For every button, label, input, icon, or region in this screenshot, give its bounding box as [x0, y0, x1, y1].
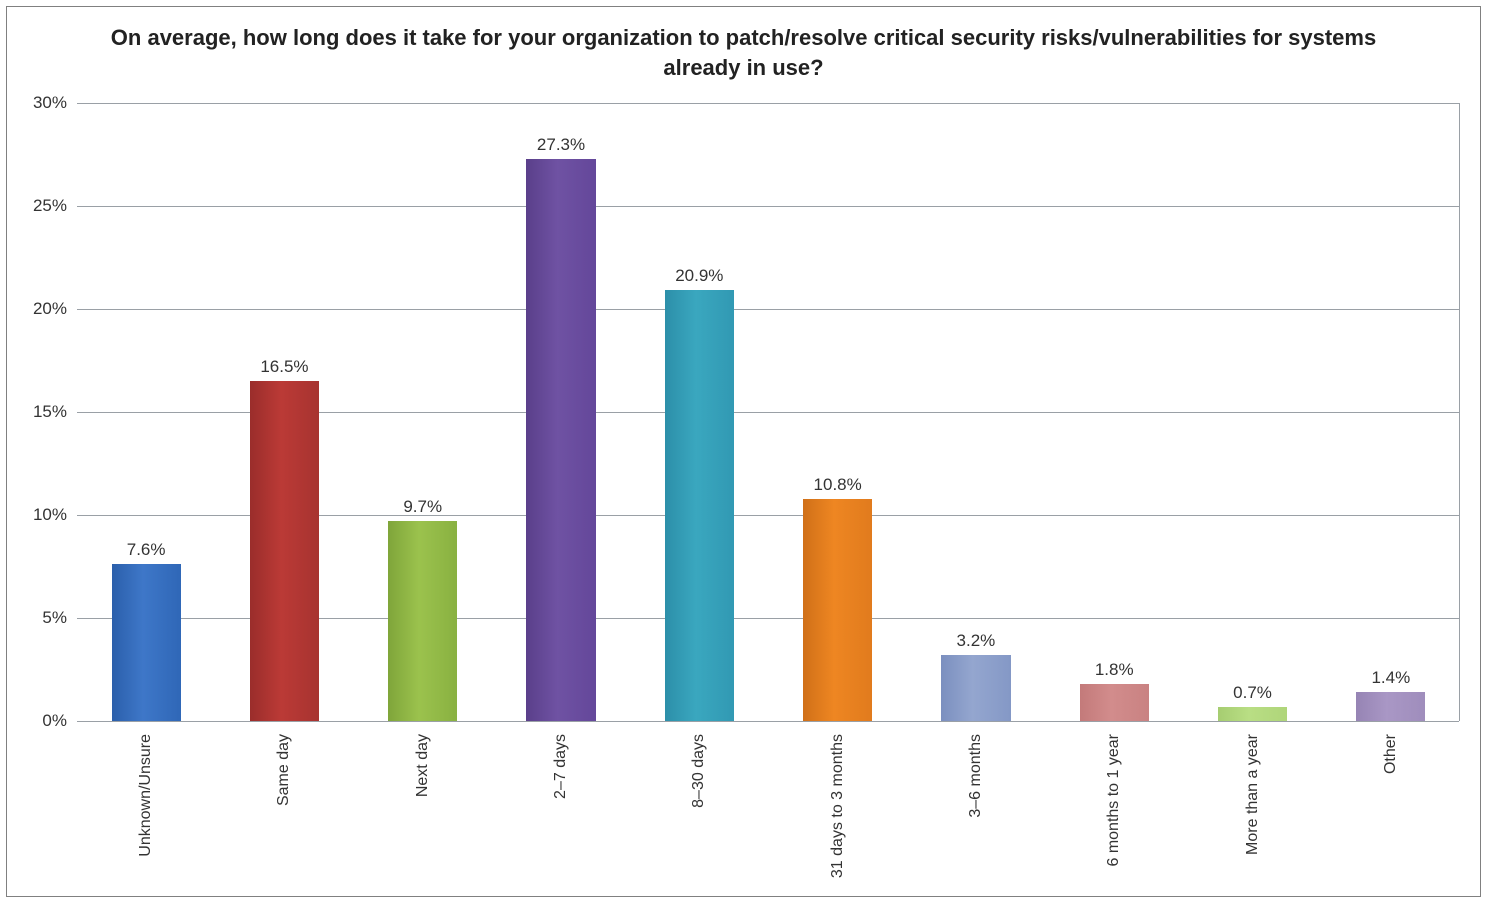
x-tick-label: 8–30 days: [690, 734, 708, 808]
y-tick-label: 10%: [33, 505, 77, 525]
bar-value-label: 20.9%: [665, 266, 734, 290]
bar: 1.8%: [1080, 684, 1149, 721]
bar: 7.6%: [112, 564, 181, 721]
x-label-slot: More than a year: [1183, 726, 1321, 896]
bar-value-label: 1.4%: [1356, 668, 1425, 692]
bar-value-label: 0.7%: [1218, 683, 1287, 707]
bar-value-label: 10.8%: [803, 475, 872, 499]
plot-area: 0%5%10%15%20%25%30% 7.6%16.5%9.7%27.3%20…: [77, 103, 1460, 721]
chart-frame: On average, how long does it take for yo…: [6, 6, 1481, 897]
x-label-slot: Next day: [354, 726, 492, 896]
bar: 0.7%: [1218, 707, 1287, 721]
x-tick-label: Next day: [414, 734, 432, 797]
bar: 3.2%: [941, 655, 1010, 721]
bar-slot: 16.5%: [215, 103, 353, 721]
x-label-slot: 3–6 months: [907, 726, 1045, 896]
x-tick-label: 2–7 days: [552, 734, 570, 799]
x-tick-label: Unknown/Unsure: [137, 734, 155, 857]
y-tick-label: 25%: [33, 196, 77, 216]
bar: 16.5%: [250, 381, 319, 721]
bar: 20.9%: [665, 290, 734, 721]
x-label-slot: 6 months to 1 year: [1045, 726, 1183, 896]
bar-value-label: 9.7%: [388, 497, 457, 521]
x-tick-label: 31 days to 3 months: [829, 734, 847, 878]
x-label-slot: 8–30 days: [630, 726, 768, 896]
y-tick-label: 20%: [33, 299, 77, 319]
y-tick-label: 5%: [42, 608, 77, 628]
bar-value-label: 27.3%: [526, 135, 595, 159]
bar-slot: 7.6%: [77, 103, 215, 721]
gridline: [77, 721, 1459, 722]
x-label-slot: Other: [1322, 726, 1460, 896]
bar-slot: 20.9%: [630, 103, 768, 721]
x-tick-label: Same day: [275, 734, 293, 806]
x-tick-label: More than a year: [1244, 734, 1262, 855]
bar: 10.8%: [803, 499, 872, 721]
y-tick-label: 30%: [33, 93, 77, 113]
bar-slot: 0.7%: [1183, 103, 1321, 721]
chart-title: On average, how long does it take for yo…: [7, 7, 1480, 92]
bar-slot: 1.4%: [1322, 103, 1460, 721]
bar-slot: 10.8%: [769, 103, 907, 721]
bar: 1.4%: [1356, 692, 1425, 721]
bar: 27.3%: [526, 159, 595, 721]
bar-value-label: 1.8%: [1080, 660, 1149, 684]
bar-slot: 1.8%: [1045, 103, 1183, 721]
bars-row: 7.6% 16.5% 9.7% 27.3% 20.9% 10.8% 3.2% 1.8% 0.7%…: [77, 103, 1460, 721]
x-label-slot: 31 days to 3 months: [769, 726, 907, 896]
x-label-slot: Unknown/Unsure: [77, 726, 215, 896]
x-tick-label: 3–6 months: [967, 734, 985, 818]
bar-slot: 27.3%: [492, 103, 630, 721]
bar-slot: 3.2%: [907, 103, 1045, 721]
x-tick-label: Other: [1382, 734, 1400, 774]
x-label-slot: Same day: [215, 726, 353, 896]
y-tick-label: 0%: [42, 711, 77, 731]
bar: 9.7%: [388, 521, 457, 721]
x-axis-labels: Unknown/Unsure Same day Next day 2–7 days 8–…: [77, 726, 1460, 896]
y-tick-label: 15%: [33, 402, 77, 422]
x-label-slot: 2–7 days: [492, 726, 630, 896]
bar-value-label: 3.2%: [941, 631, 1010, 655]
bar-value-label: 16.5%: [250, 357, 319, 381]
bar-slot: 9.7%: [354, 103, 492, 721]
bar-value-label: 7.6%: [112, 540, 181, 564]
x-tick-label: 6 months to 1 year: [1105, 734, 1123, 867]
